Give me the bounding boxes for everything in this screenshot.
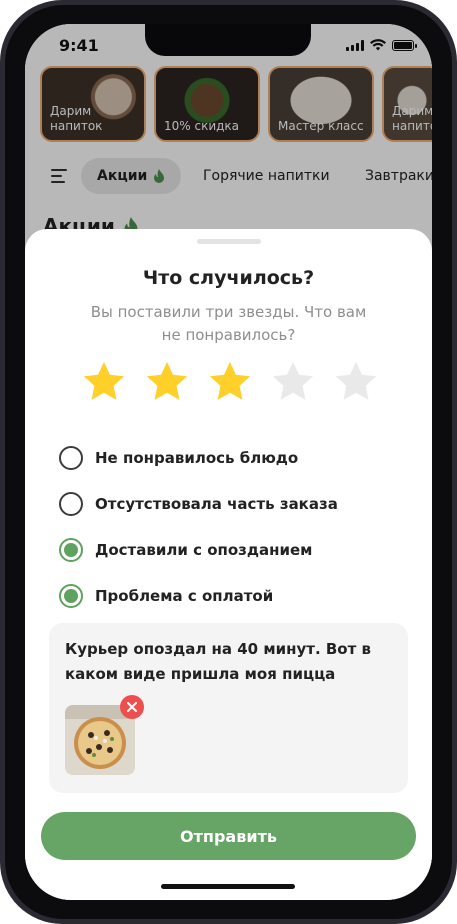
sheet-grabber[interactable] (197, 239, 261, 244)
volume-down-button (0, 270, 2, 332)
reason-option-label: Проблема с оплатой (95, 587, 274, 605)
star-icon[interactable] (81, 359, 127, 405)
mute-switch (0, 140, 2, 170)
volume-up-button (0, 195, 2, 257)
radio-button[interactable] (59, 492, 83, 516)
reason-option-bad-dish[interactable]: Не понравилось блюдо (59, 435, 338, 481)
reason-option-payment-problem[interactable]: Проблема с оплатой (59, 573, 338, 619)
star-icon[interactable] (270, 359, 316, 405)
radio-button-checked[interactable] (59, 584, 83, 608)
screen: 9:41 Дарим напиток 10% скидка Мастер кла… (25, 24, 432, 900)
close-icon (127, 702, 137, 712)
star-rating[interactable] (81, 359, 379, 405)
comment-box[interactable]: Курьер опоздал на 40 минут. Вот в каком … (49, 623, 408, 793)
star-icon[interactable] (144, 359, 190, 405)
feedback-sheet: Что случилось? Вы поставили три звезды. … (25, 229, 432, 900)
home-indicator[interactable] (161, 884, 295, 889)
radio-button-checked[interactable] (59, 538, 83, 562)
reason-option-late-delivery[interactable]: Доставили с опозданием (59, 527, 338, 573)
reason-option-label: Не понравилось блюдо (95, 449, 299, 467)
reason-options: Не понравилось блюдо Отсутствовала часть… (59, 435, 338, 619)
star-icon[interactable] (333, 359, 379, 405)
submit-button[interactable]: Отправить (41, 812, 416, 860)
remove-photo-button[interactable] (120, 695, 144, 719)
star-icon[interactable] (207, 359, 253, 405)
comment-text[interactable]: Курьер опоздал на 40 минут. Вот в каком … (65, 637, 395, 687)
phone-frame: 9:41 Дарим напиток 10% скидка Мастер кла… (0, 0, 457, 924)
reason-option-missing-items[interactable]: Отсутствовала часть заказа (59, 481, 338, 527)
sheet-title: Что случилось? (142, 267, 315, 289)
reason-option-label: Отсутствовала часть заказа (95, 495, 338, 513)
sheet-subtitle: Вы поставили три звезды. Что вам не понр… (90, 303, 367, 344)
reason-option-label: Доставили с опозданием (95, 541, 313, 559)
radio-button[interactable] (59, 446, 83, 470)
